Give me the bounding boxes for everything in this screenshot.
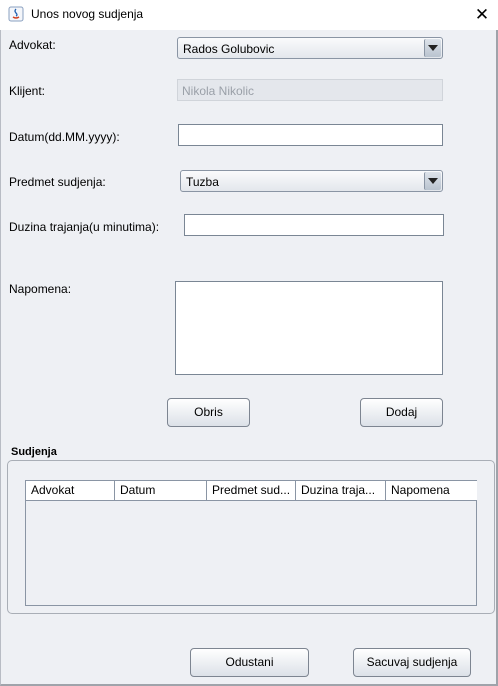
title-bar: Unos novog sudjenja ✕ [0,0,498,30]
advokat-label: Advokat: [9,38,56,52]
chevron-down-icon[interactable] [424,39,441,57]
klijent-label: Klijent: [9,84,46,98]
klijent-field-value: Nikola Nikolic [182,84,255,98]
chevron-down-icon[interactable] [424,172,441,190]
napomena-label: Napomena: [9,282,72,296]
java-app-icon [8,6,24,22]
klijent-field: Nikola Nikolic [177,79,443,101]
close-icon[interactable]: ✕ [466,0,498,30]
window-title: Unos novog sudjenja [31,7,144,21]
sudjenja-table[interactable]: Advokat Datum Predmet sud... Duzina traj… [25,480,477,606]
obrisi-button[interactable]: Obris [167,398,250,427]
napomena-textarea[interactable] [175,281,443,375]
advokat-combobox-value: Rados Golubovic [183,42,275,56]
column-header-datum[interactable]: Datum [115,481,207,500]
predmet-combobox[interactable]: Tuzba [180,170,443,192]
datum-input[interactable] [178,124,443,146]
trajanje-input[interactable] [184,214,444,236]
column-header-napomena[interactable]: Napomena [386,481,477,500]
sudjenja-section-title: Sudjenja [11,446,57,458]
column-header-predmet[interactable]: Predmet sud... [207,481,296,500]
sacuvaj-button[interactable]: Sacuvaj sudjenja [353,648,471,677]
table-header: Advokat Datum Predmet sud... Duzina traj… [26,481,477,501]
column-header-trajanje[interactable]: Duzina traja... [296,481,386,500]
predmet-label: Predmet sudjenja: [9,175,106,189]
advokat-combobox[interactable]: Rados Golubovic [177,37,443,59]
dialog-content: Advokat: Rados Golubovic Klijent: Nikola… [0,30,498,686]
predmet-combobox-value: Tuzba [186,175,219,189]
dodaj-button[interactable]: Dodaj [360,398,443,427]
trajanje-label: Duzina trajanja(u minutima): [9,220,160,234]
column-header-advokat[interactable]: Advokat [26,481,115,500]
odustani-button[interactable]: Odustani [190,648,309,677]
datum-label: Datum(dd.MM.yyyy): [9,130,120,144]
